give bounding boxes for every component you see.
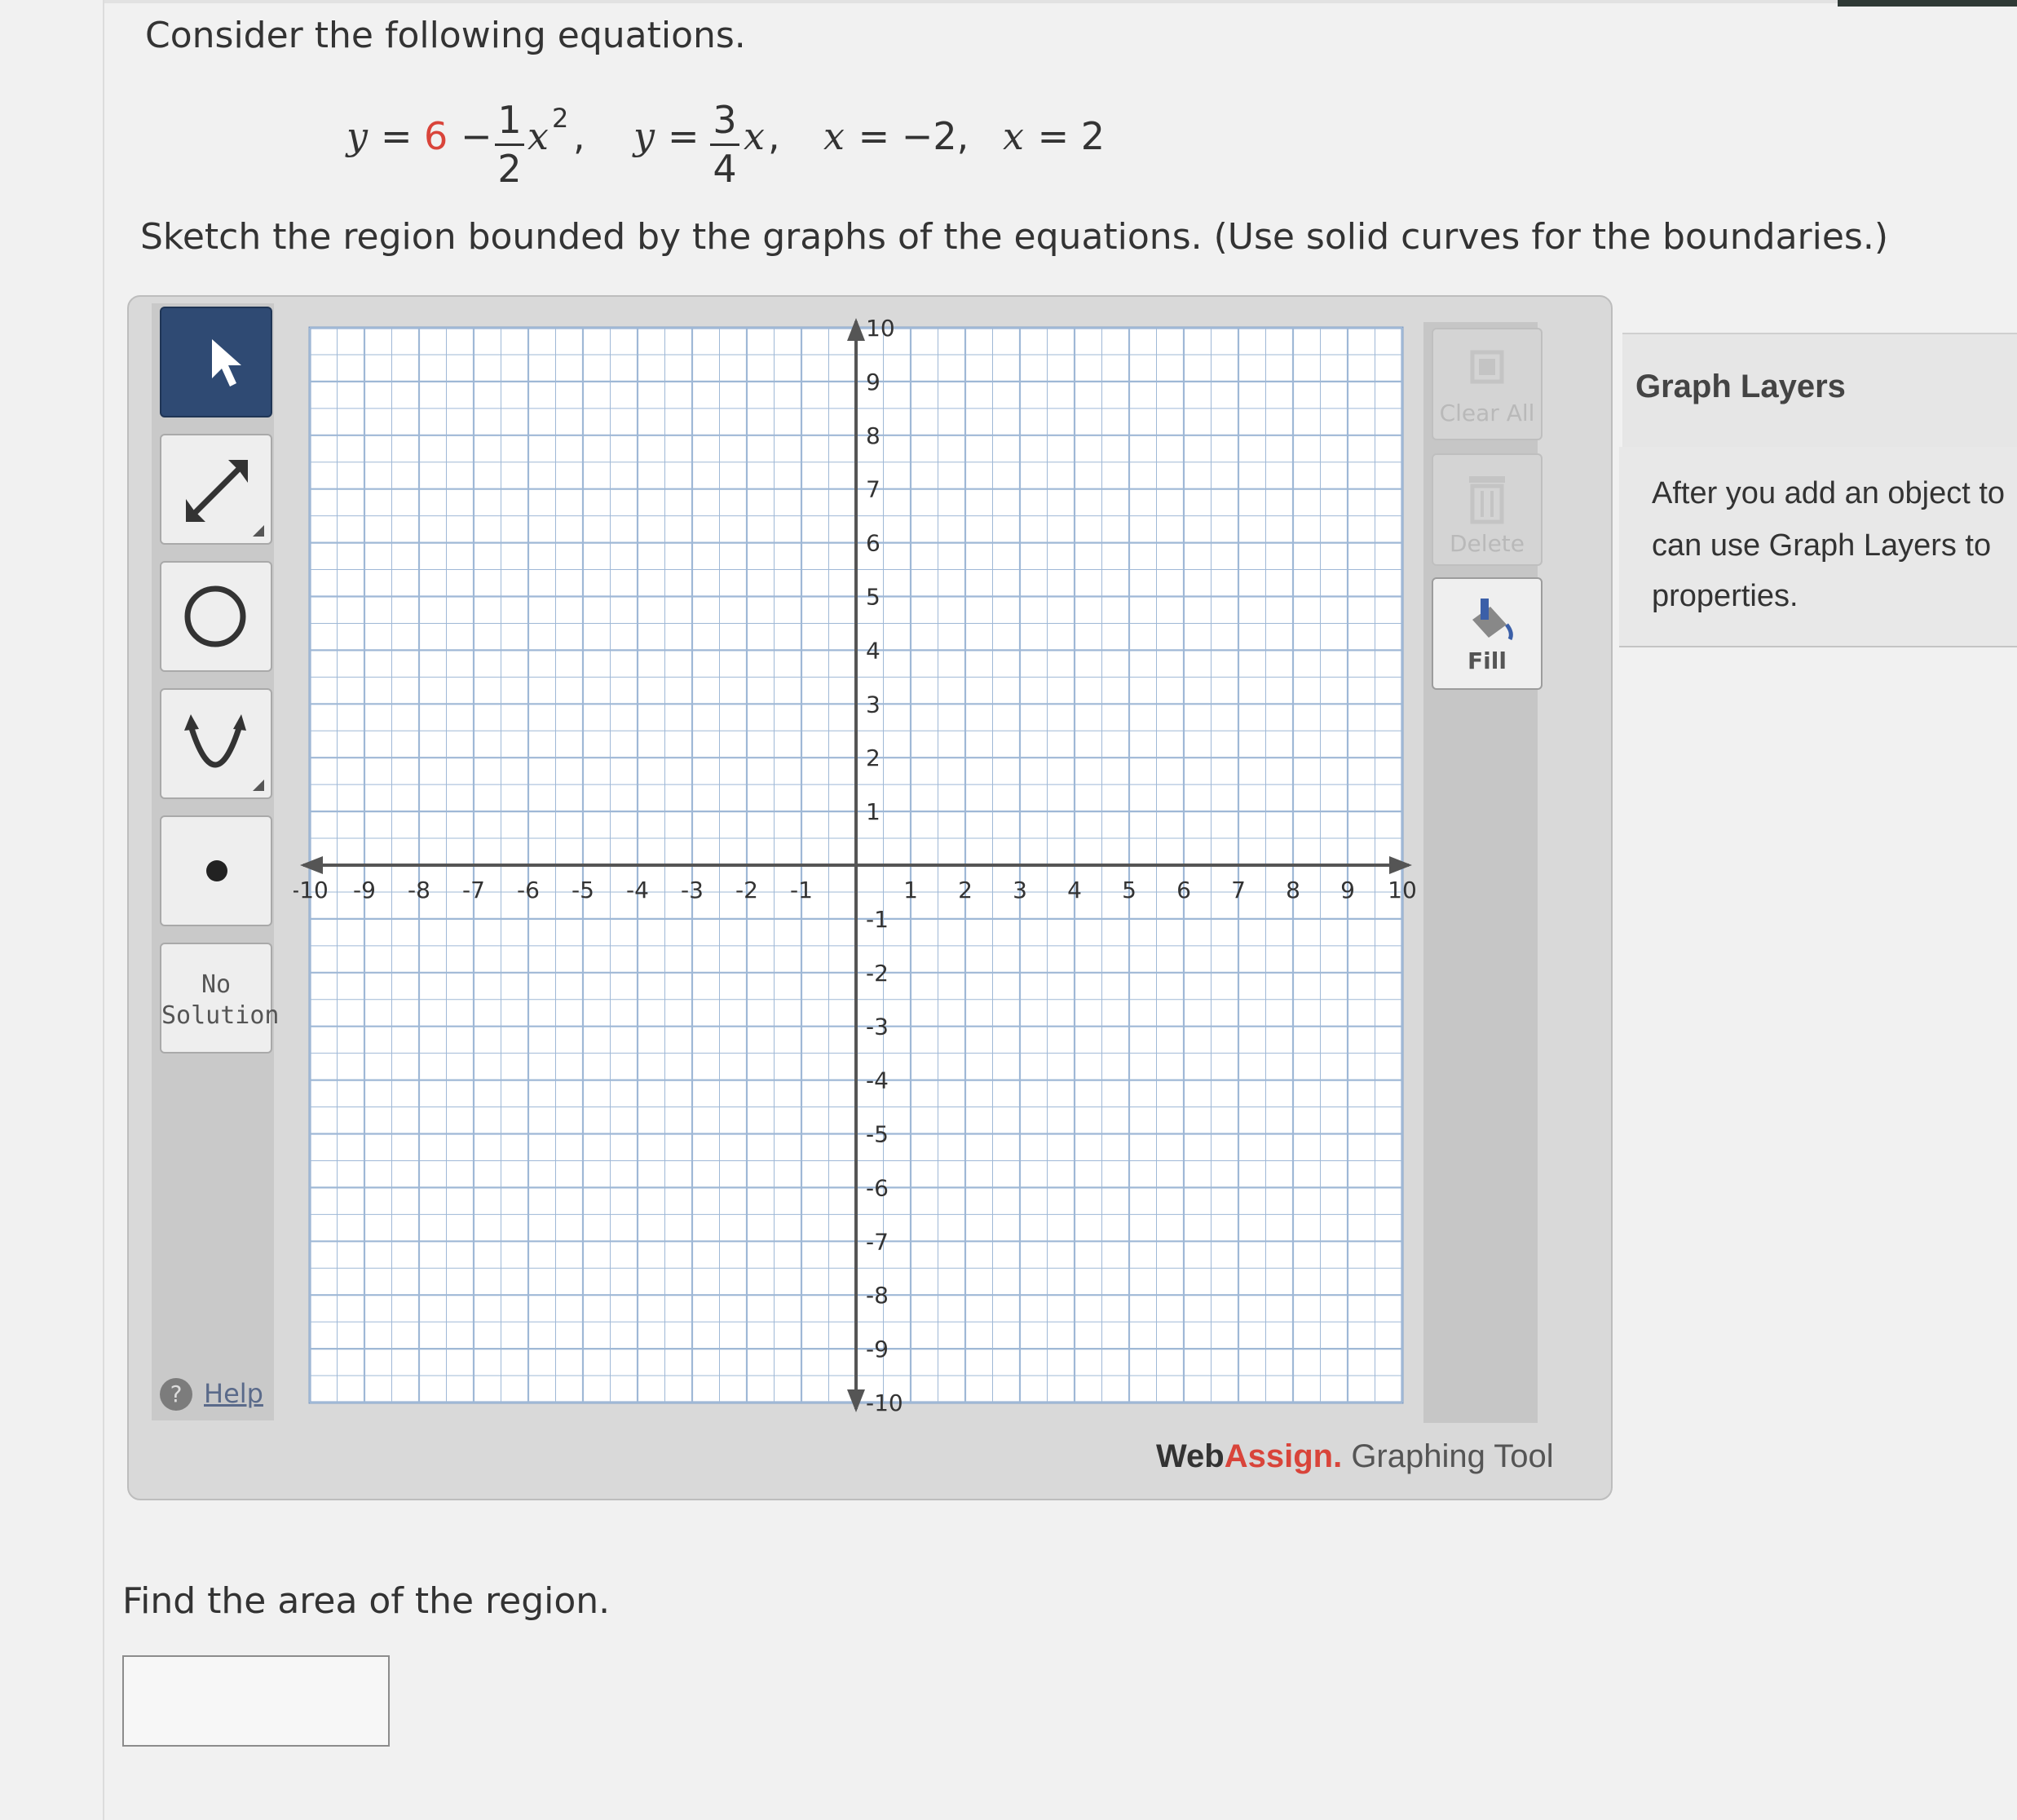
x-tick-label: 3 — [1013, 877, 1027, 903]
y-tick-label: 7 — [866, 476, 881, 503]
eq1-lhs: y — [346, 114, 368, 158]
help-link[interactable]: Help — [204, 1378, 263, 1409]
y-tick-label: -10 — [866, 1389, 903, 1416]
point-tool-button[interactable] — [160, 815, 272, 926]
eq1-constant: 6 — [424, 114, 448, 158]
webassign-logo: WebAssign. Graphing Tool — [1156, 1438, 1554, 1475]
y-tick-label: -1 — [866, 906, 889, 933]
pointer-icon — [212, 339, 241, 387]
eq1-minus: − — [461, 114, 492, 158]
x-tick-label: -4 — [626, 877, 649, 903]
eq1-exponent: 2 — [552, 103, 569, 134]
y-tick-label: 8 — [866, 422, 881, 449]
x-tick-label: 1 — [903, 877, 918, 903]
no-solution-label-line1: No — [201, 970, 232, 999]
fill-label: Fill — [1468, 647, 1507, 674]
brand-assign: Assign. — [1224, 1438, 1343, 1474]
eq1-frac-den: 2 — [497, 147, 522, 191]
graph-layers-title: Graph Layers — [1635, 369, 1846, 404]
x-tick-label: -5 — [572, 877, 594, 903]
eq2-lhs: y — [633, 114, 655, 158]
graph-canvas[interactable]: -10 -9 -8 -7 -6 -5 -4 -3 -2 -1 1 2 3 4 5 6 7 8 9 10 10 9 8 7 6 5 4… — [294, 310, 1419, 1427]
x-tick-label: -6 — [517, 877, 540, 903]
eq1-var: x — [527, 114, 549, 158]
eq1-frac-num: 1 — [497, 98, 522, 142]
x-tick-label: 4 — [1067, 877, 1082, 903]
pointer-tool-button[interactable] — [160, 307, 272, 417]
y-tick-label: 10 — [866, 315, 895, 342]
y-tick-label: -9 — [866, 1336, 889, 1363]
y-tick-label: -8 — [866, 1282, 889, 1309]
eq1-equals: = — [381, 114, 413, 158]
y-tick-label: -6 — [866, 1174, 889, 1201]
brand-web: Web — [1156, 1438, 1225, 1474]
y-tick-label: -4 — [866, 1067, 889, 1094]
circle-tool-button[interactable] — [160, 561, 272, 672]
y-tick-label: -7 — [866, 1228, 889, 1255]
y-tick-label: 6 — [866, 530, 881, 557]
eq2-equals: = — [668, 114, 700, 158]
y-tick-label: 3 — [866, 691, 881, 718]
y-tick-label: 9 — [866, 369, 881, 395]
no-solution-label-line2: Solution — [161, 1001, 280, 1030]
point-icon — [206, 860, 227, 881]
x-tick-label: 10 — [1388, 877, 1417, 903]
x-tick-label: -7 — [462, 877, 485, 903]
eq3-var: x — [823, 114, 845, 158]
eq2-frac-num: 3 — [713, 98, 737, 142]
fraction-bar — [495, 144, 524, 146]
line-tool-button[interactable] — [160, 434, 272, 545]
y-tick-label: -5 — [866, 1121, 889, 1148]
brand-graphing-tool: Graphing Tool — [1342, 1438, 1554, 1474]
fraction-bar — [710, 144, 739, 146]
eq2-var: x — [744, 114, 765, 158]
fill-button[interactable]: Fill — [1432, 577, 1543, 690]
y-tick-label: 4 — [866, 637, 881, 664]
x-tick-label: -1 — [790, 877, 813, 903]
x-tick-label: -8 — [408, 877, 430, 903]
eq4-var: x — [1003, 114, 1024, 158]
x-tick-label: 8 — [1286, 877, 1300, 903]
eq1-comma: , — [573, 114, 585, 158]
eq3-rest: = −2, — [846, 114, 969, 158]
x-tick-label: 2 — [958, 877, 973, 903]
graph-layers-text-line2: can use Graph Layers to — [1652, 528, 1992, 563]
y-tick-label: 2 — [866, 744, 881, 771]
x-tick-label: -2 — [735, 877, 758, 903]
x-tick-label: -9 — [353, 877, 376, 903]
circle-icon — [184, 585, 246, 647]
x-tick-label: -3 — [681, 877, 704, 903]
submenu-indicator-icon — [253, 780, 264, 791]
x-tick-label: 6 — [1176, 877, 1191, 903]
graph-layers-text-line3: properties. — [1652, 579, 1799, 613]
top-border — [103, 0, 2017, 3]
delete-button[interactable]: Delete — [1432, 453, 1543, 566]
y-tick-label: 1 — [866, 798, 881, 825]
eq4-rest: = 2 — [1026, 114, 1106, 158]
no-solution-button[interactable]: No Solution — [160, 943, 280, 1054]
submenu-indicator-icon — [253, 525, 264, 537]
x-tick-label: 7 — [1231, 877, 1246, 903]
x-tick-label: 9 — [1340, 877, 1355, 903]
help-icon[interactable]: ? — [160, 1378, 192, 1411]
y-tick-label: -3 — [866, 1014, 889, 1040]
area-prompt: Find the area of the region. — [122, 1580, 611, 1622]
question-instruction: Sketch the region bounded by the graphs … — [140, 216, 1888, 258]
x-tick-label: -10 — [294, 877, 329, 903]
y-tick-label: 5 — [866, 584, 881, 611]
eq2-frac-den: 4 — [713, 147, 737, 191]
top-right-bar — [1838, 0, 2017, 7]
clear-all-label: Clear All — [1439, 400, 1535, 426]
y-tick-label: -2 — [866, 960, 889, 987]
area-answer-input[interactable] — [122, 1655, 390, 1747]
graph-layers-text-line1: After you add an object to — [1652, 476, 2006, 510]
parabola-tool-button[interactable] — [160, 688, 272, 799]
clear-all-button[interactable]: Clear All — [1432, 328, 1543, 440]
eq2-comma: , — [768, 114, 780, 158]
delete-label: Delete — [1450, 530, 1525, 557]
question-intro: Consider the following equations. — [145, 15, 746, 56]
left-border — [103, 0, 104, 1820]
x-tick-label: 5 — [1122, 877, 1136, 903]
